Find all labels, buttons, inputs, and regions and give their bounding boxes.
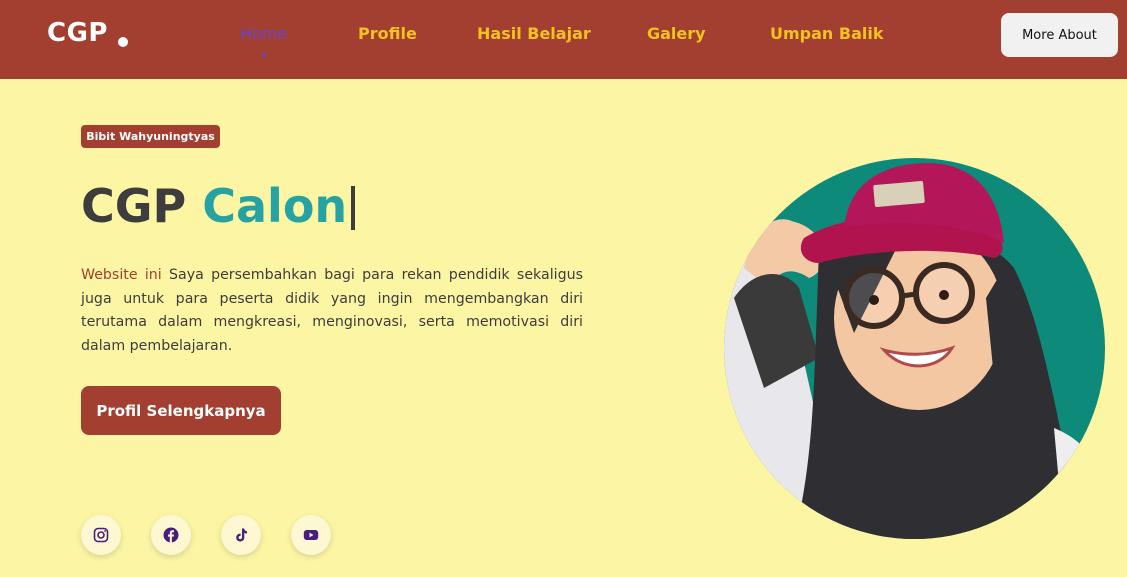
nav-active-indicator [262,53,266,57]
site-logo[interactable]: CGP [47,18,108,48]
nav-umpan-balik[interactable]: Umpan Balik [770,24,883,43]
facebook-link[interactable] [151,515,191,555]
tiktok-icon [236,528,247,542]
description-accent: Website ini [81,267,162,283]
instagram-icon [93,527,109,543]
logo-dot [118,37,128,47]
hero-description: Website ini Saya persembahkan bagi para … [81,264,583,358]
more-about-button[interactable]: More About [1001,13,1118,57]
name-badge: Bibit Wahyuningtyas [81,125,220,148]
tiktok-link[interactable] [221,515,261,555]
headline-cgp: CGP [81,179,187,233]
nav-hasil-belajar[interactable]: Hasil Belajar [477,24,591,43]
youtube-icon [303,530,319,540]
profile-detail-button[interactable]: Profil Selengkapnya [81,386,281,435]
nav-profile[interactable]: Profile [358,24,417,43]
instagram-link[interactable] [81,515,121,555]
profile-photo [724,158,1105,539]
hero-headline: CGP Calon [81,176,356,236]
nav-home[interactable]: Home [240,24,287,43]
typing-caret [351,186,356,230]
facebook-icon [163,527,179,543]
nav-galery[interactable]: Galery [647,24,706,43]
site-header: CGP Home Profile Hasil Belajar Galery Um… [0,0,1127,79]
youtube-link[interactable] [291,515,331,555]
headline-typed-word: Calon [202,179,348,233]
